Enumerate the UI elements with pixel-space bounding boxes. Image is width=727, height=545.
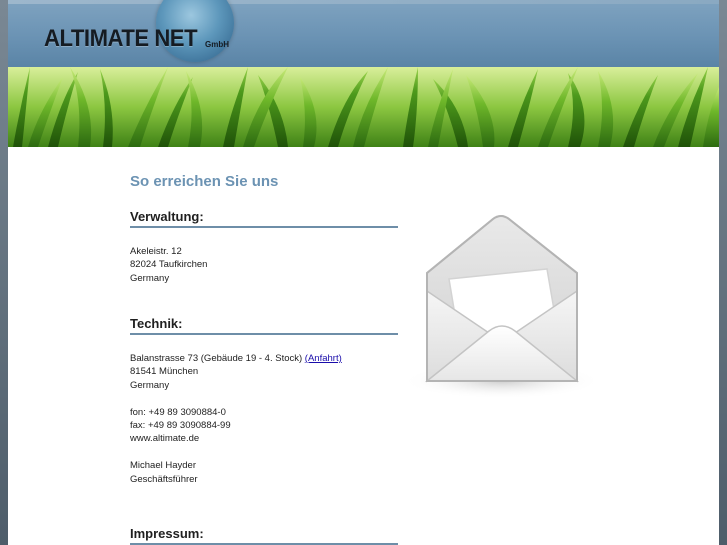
address-technik: Balanstrasse 73 (Gebäude 19 - 4. Stock) … <box>130 352 342 486</box>
page-edge-right <box>719 0 727 545</box>
logo-text: ALTIMATE NET <box>44 25 198 52</box>
technik-street-line: Balanstrasse 73 (Gebäude 19 - 4. Stock) … <box>130 352 342 365</box>
directions-link[interactable]: (Anfahrt) <box>305 353 342 364</box>
heading-impressum: Impressum: <box>130 526 398 545</box>
technik-country: Germany <box>130 379 170 391</box>
heading-technik: Technik: <box>130 316 398 335</box>
technik-street: Balanstrasse 73 (Gebäude 19 - 4. Stock) <box>130 353 303 364</box>
verwaltung-country: Germany <box>130 272 170 284</box>
contact-name: Michael Hayder <box>130 460 196 472</box>
contact-role: Geschäftsführer <box>130 473 198 485</box>
site-header: ALTIMATE NET GmbH <box>8 0 719 67</box>
verwaltung-street: Akeleistr. 12 <box>130 246 182 257</box>
technik-fax: fax: +49 89 3090884-99 <box>130 420 231 432</box>
verwaltung-city: 82024 Taufkirchen <box>130 259 208 271</box>
technik-city: 81541 München <box>130 366 199 378</box>
envelope-icon <box>397 213 607 408</box>
heading-verwaltung: Verwaltung: <box>130 209 398 228</box>
address-verwaltung: Akeleistr. 12 82024 Taufkirchen Germany <box>130 245 207 285</box>
logo-subtext: GmbH <box>205 40 229 49</box>
page-title: So erreichen Sie uns <box>130 173 279 190</box>
technik-phone: fon: +49 89 3090884-0 <box>130 406 226 418</box>
site-logo[interactable]: ALTIMATE NET GmbH <box>42 0 242 67</box>
main-content: So erreichen Sie uns Verwaltung: Akeleis… <box>8 147 719 545</box>
technik-web: www.altimate.de <box>130 433 200 445</box>
grass-banner-image <box>8 67 719 147</box>
page-edge-left <box>0 0 8 545</box>
grass-banner <box>8 67 719 147</box>
